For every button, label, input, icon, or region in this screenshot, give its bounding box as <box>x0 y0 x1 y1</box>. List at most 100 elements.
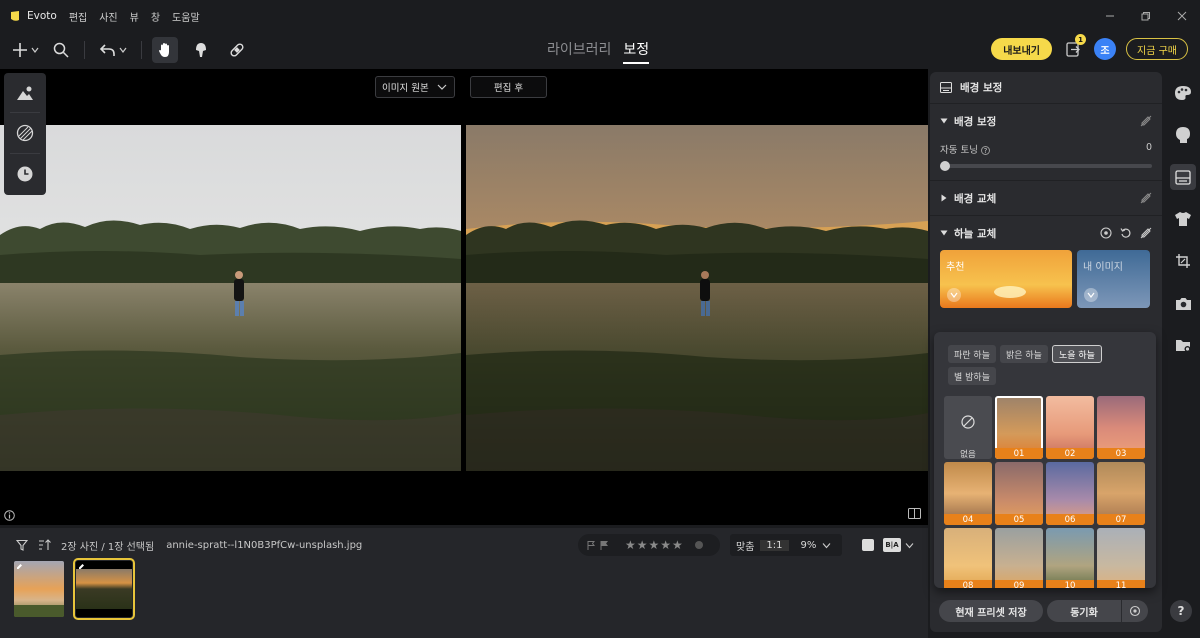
info-icon[interactable] <box>4 510 15 521</box>
minimize-button[interactable] <box>1092 0 1128 32</box>
portrait-tool-button[interactable] <box>16 85 34 101</box>
zoom-fit-button[interactable]: 맞춤 <box>730 538 760 553</box>
bandage-tool-button[interactable] <box>224 37 250 63</box>
menu-view[interactable]: 뷰 <box>130 9 139 24</box>
image-canvas[interactable]: 이미지 원본 편집 후 <box>0 69 928 525</box>
before-photo-image <box>0 125 461 471</box>
caret-right-icon[interactable] <box>940 194 948 202</box>
chip-sunset-sky[interactable]: 노을 하늘 <box>1051 345 1102 363</box>
zoom-1-1-button[interactable]: 1:1 <box>760 539 789 551</box>
add-button[interactable] <box>8 37 44 63</box>
brush-tool-button[interactable] <box>188 37 214 63</box>
menu-photo[interactable]: 사진 <box>99 9 117 24</box>
reset-edit-icon[interactable] <box>1140 115 1152 127</box>
sky-preset-none[interactable]: 없음 <box>944 396 992 459</box>
caret-down-icon[interactable] <box>940 229 948 237</box>
sync-settings-button[interactable] <box>1122 600 1148 622</box>
background-tool-button[interactable] <box>1170 164 1196 190</box>
color-tool-button[interactable] <box>1170 80 1196 106</box>
eye-icon[interactable] <box>1100 227 1112 239</box>
section-sky-replace: 하늘 교체 추천 내 이미지 <box>930 216 1162 316</box>
save-preset-button[interactable]: 현재 프리셋 저장 <box>939 600 1043 622</box>
sky-my-images-card[interactable]: 내 이미지 <box>1077 250 1150 308</box>
before-after-view-button[interactable]: B|A <box>883 538 901 552</box>
edited-pencil-icon <box>79 564 84 569</box>
avatar[interactable]: 조 <box>1094 38 1117 60</box>
sky-recommended-card[interactable]: 추천 <box>940 250 1072 308</box>
palette-icon <box>1175 86 1191 100</box>
reset-edit-icon[interactable] <box>1140 227 1152 239</box>
thumbnail-1[interactable] <box>14 561 64 617</box>
flag-icon[interactable] <box>586 540 596 550</box>
tool-rail <box>1166 80 1200 358</box>
sky-preset-08[interactable]: 08 <box>944 528 992 588</box>
menu-window[interactable]: 창 <box>151 9 160 24</box>
export-button[interactable]: 내보내기 <box>991 38 1053 60</box>
maximize-button[interactable] <box>1128 0 1164 32</box>
color-label-icon[interactable] <box>694 541 703 549</box>
sky-preset-02[interactable]: 02 <box>1046 396 1094 459</box>
camera-tool-button[interactable] <box>1170 290 1196 316</box>
section-bg-adjust-title[interactable]: 배경 보정 <box>954 114 996 129</box>
sky-preset-05[interactable]: 05 <box>995 462 1043 525</box>
search-button[interactable] <box>48 37 74 63</box>
face-tool-button[interactable] <box>1170 122 1196 148</box>
folder-tool-button[interactable] <box>1170 332 1196 358</box>
section-sky-replace-title[interactable]: 하늘 교체 <box>954 226 996 241</box>
history-tool-button[interactable] <box>16 165 34 183</box>
chevron-down-icon[interactable] <box>1084 288 1098 302</box>
menu-edit[interactable]: 편집 <box>69 9 87 24</box>
star-rating[interactable]: ★★★★★ <box>625 538 684 552</box>
sort-icon[interactable] <box>38 539 51 551</box>
sky-preset-07[interactable]: 07 <box>1097 462 1145 525</box>
export-queue-button[interactable]: 1 <box>1062 34 1087 60</box>
chevron-down-icon[interactable] <box>905 542 914 549</box>
reset-icon[interactable] <box>1120 227 1132 239</box>
mask-tool-button[interactable] <box>16 124 34 142</box>
undo-button[interactable] <box>95 37 131 63</box>
sky-preset-03[interactable]: 03 <box>1097 396 1145 459</box>
single-view-button[interactable] <box>862 539 874 551</box>
chevron-down-icon <box>119 47 126 53</box>
help-icon[interactable]: ? <box>981 146 991 155</box>
chip-starry-sky[interactable]: 별 밤하늘 <box>948 367 996 385</box>
section-bg-adjust: 배경 보정 자동 토닝 ? 0 <box>930 104 1162 181</box>
reject-flag-icon[interactable] <box>599 540 609 550</box>
file-name: annie-spratt--l1N0B3PfCw-unsplash.jpg <box>166 539 363 551</box>
sky-preset-09[interactable]: 09 <box>995 528 1043 588</box>
auto-toning-value[interactable]: 0 <box>1146 142 1152 156</box>
auto-toning-slider[interactable] <box>940 161 1152 171</box>
sky-preset-01[interactable]: 01 <box>995 396 1043 459</box>
minimize-icon <box>1106 15 1114 17</box>
caret-down-icon[interactable] <box>940 117 948 125</box>
chevron-down-icon[interactable] <box>822 542 831 549</box>
sky-preset-06[interactable]: 06 <box>1046 462 1094 525</box>
sky-preset-grid: 없음 01 02 03 04 05 06 07 08 09 10 11 <box>944 396 1145 588</box>
sync-button[interactable]: 동기화 <box>1047 600 1121 622</box>
chip-blue-sky[interactable]: 파란 하늘 <box>948 345 996 363</box>
tab-edit[interactable]: 보정 <box>623 39 650 64</box>
chevron-down-icon[interactable] <box>947 288 961 302</box>
sky-preset-04[interactable]: 04 <box>944 462 992 525</box>
zoom-value[interactable]: 9% <box>795 540 823 551</box>
view-mode-select[interactable]: 이미지 원본 <box>375 76 455 98</box>
hand-tool-button[interactable] <box>152 37 178 63</box>
sky-preset-10[interactable]: 10 <box>1046 528 1094 588</box>
settings-icon <box>1129 605 1141 617</box>
crop-tool-button[interactable] <box>1170 248 1196 274</box>
reset-edit-icon[interactable] <box>1140 192 1152 204</box>
clothing-tool-button[interactable] <box>1170 206 1196 232</box>
tab-library[interactable]: 라이브러리 <box>547 39 611 64</box>
chip-bright-sky[interactable]: 밝은 하늘 <box>999 345 1048 363</box>
menu-help[interactable]: 도움말 <box>172 9 200 24</box>
filter-icon[interactable] <box>16 539 28 551</box>
thumbnail-2[interactable] <box>73 558 135 620</box>
split-view-icon[interactable] <box>908 508 921 519</box>
section-bg-replace-title[interactable]: 배경 교체 <box>954 191 996 206</box>
sky-recommended-label: 추천 <box>946 262 965 273</box>
slider-handle[interactable] <box>940 161 950 171</box>
help-button[interactable]: ? <box>1170 600 1192 622</box>
buy-now-button[interactable]: 지금 구매 <box>1126 38 1188 60</box>
close-button[interactable] <box>1164 0 1200 32</box>
sky-preset-11[interactable]: 11 <box>1097 528 1145 588</box>
